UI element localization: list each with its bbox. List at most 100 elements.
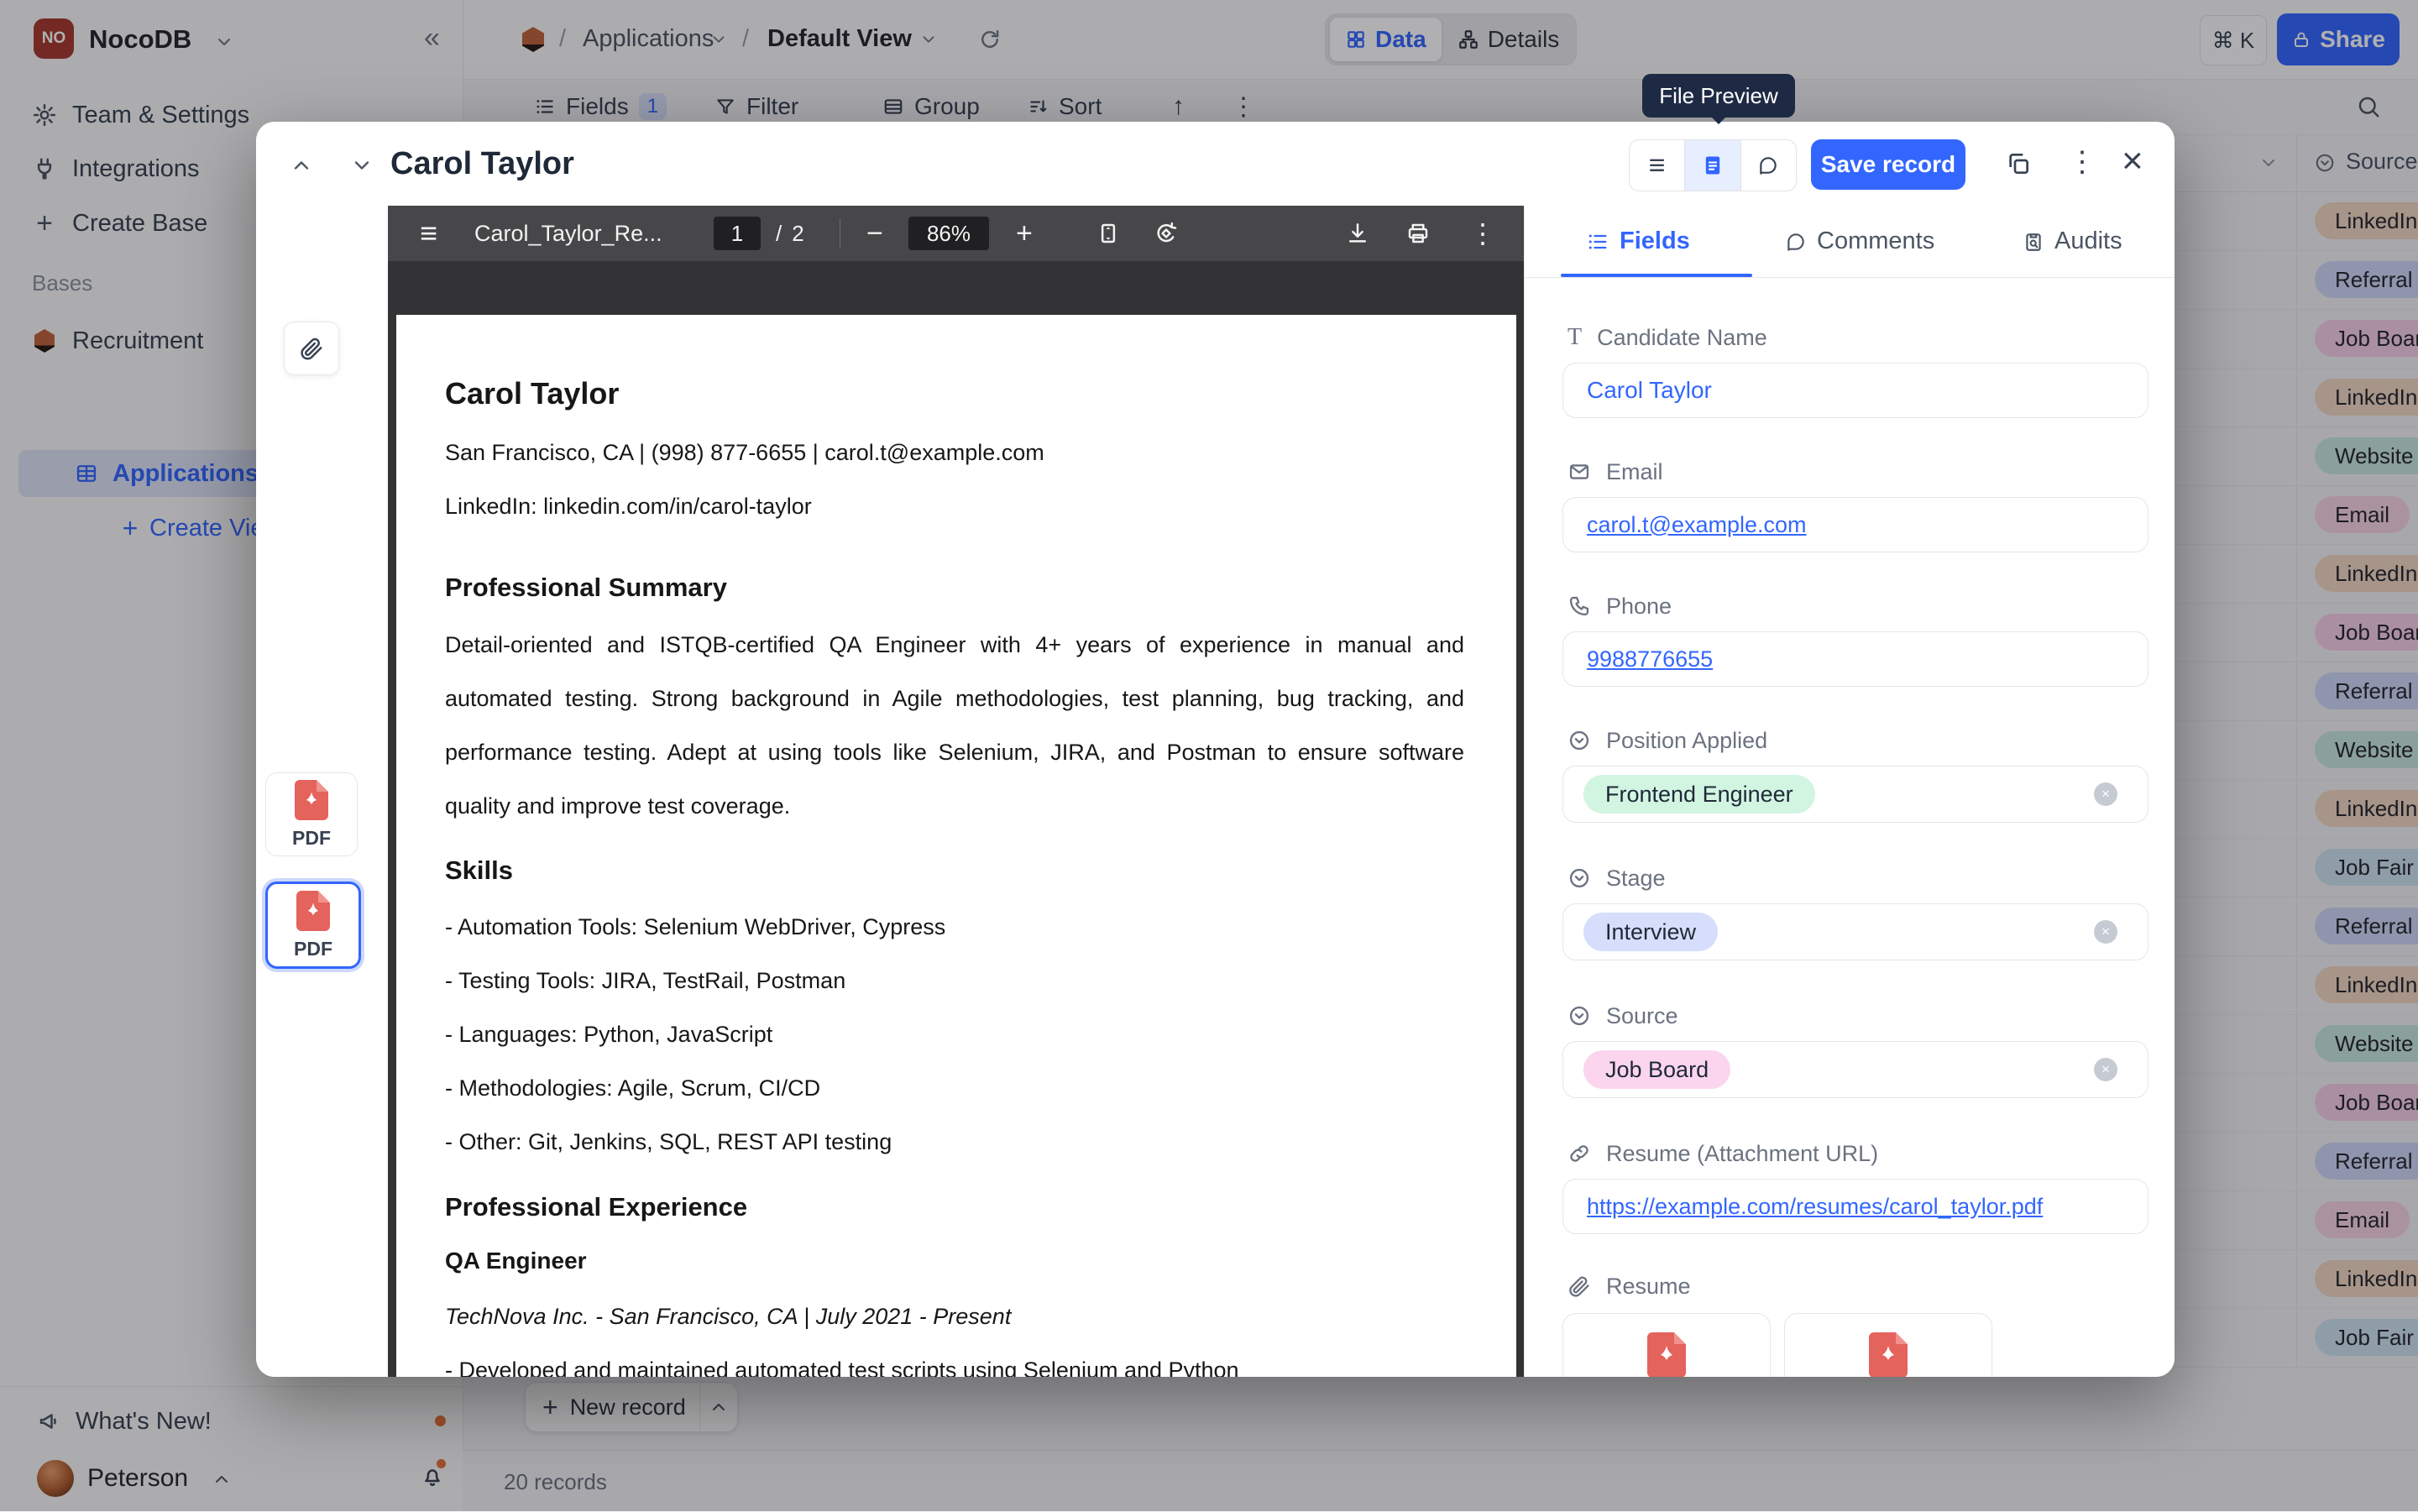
position-applied-pill[interactable]: Frontend Engineer bbox=[1583, 775, 1815, 814]
clear-option-icon[interactable]: × bbox=[2094, 782, 2117, 806]
stage-pill[interactable]: Interview bbox=[1583, 913, 1718, 951]
clipboard-search-icon bbox=[2023, 231, 2044, 253]
clear-option-icon[interactable]: × bbox=[2094, 1058, 2117, 1081]
comment-bubble-icon bbox=[1785, 231, 1807, 253]
attachment-thumb-1[interactable]: PDF bbox=[265, 772, 358, 856]
paperclip-icon bbox=[299, 336, 324, 361]
clear-option-icon[interactable]: × bbox=[2094, 920, 2117, 944]
record-comments-button[interactable] bbox=[1741, 140, 1796, 191]
record-menu-dots-icon[interactable]: ⋮ bbox=[2068, 145, 2096, 179]
field-input-phone[interactable]: 9988776655 bbox=[1562, 631, 2148, 687]
field-label-phone: Phone bbox=[1568, 591, 1672, 621]
field-input-stage[interactable]: Interview × bbox=[1562, 903, 2148, 960]
doc-linkedin: LinkedIn: linkedin.com/in/carol-taylor bbox=[445, 479, 1464, 533]
close-icon[interactable]: × bbox=[2122, 140, 2143, 182]
pdf-file-icon bbox=[296, 891, 330, 931]
link-icon bbox=[1568, 1142, 1591, 1165]
record-fields-panel: Fields Comments Audits T Candidate Name … bbox=[1524, 206, 2175, 1377]
resume-url-link[interactable]: https://example.com/resumes/carol_taylor… bbox=[1563, 1194, 2043, 1220]
field-label-stage: Stage bbox=[1568, 863, 1666, 893]
source-pill[interactable]: Job Board bbox=[1583, 1050, 1730, 1089]
phone-icon bbox=[1568, 594, 1591, 618]
doc-skill-line: - Automation Tools: Selenium WebDriver, … bbox=[445, 900, 1464, 954]
doc-skill-line: - Methodologies: Agile, Scrum, CI/CD bbox=[445, 1061, 1464, 1115]
doc-skills-list: - Automation Tools: Selenium WebDriver, … bbox=[445, 900, 1464, 1169]
file-doc-icon bbox=[1701, 154, 1725, 177]
tab-comments[interactable]: Comments bbox=[1785, 206, 1934, 277]
pdf-page: Carol Taylor San Francisco, CA | (998) 8… bbox=[396, 315, 1516, 1377]
field-input-candidate-name[interactable]: Carol Taylor bbox=[1562, 363, 2148, 418]
zoom-in-button[interactable]: + bbox=[1016, 206, 1033, 261]
doc-experience-heading: Professional Experience bbox=[445, 1190, 1464, 1224]
field-label-email: Email bbox=[1568, 457, 1663, 487]
record-fields-view-button[interactable]: ≡ bbox=[1630, 140, 1684, 191]
save-record-button[interactable]: Save record bbox=[1811, 139, 1965, 190]
paperclip-icon bbox=[1568, 1274, 1591, 1298]
comment-bubble-icon bbox=[1757, 154, 1779, 176]
page-count: /2 bbox=[776, 206, 804, 261]
pdf-file-icon bbox=[295, 780, 328, 820]
select-field-icon bbox=[1568, 1004, 1591, 1028]
resume-attachment-1[interactable] bbox=[1562, 1313, 1771, 1377]
field-label-candidate-name: T Candidate Name bbox=[1568, 322, 1767, 353]
active-tab-underline bbox=[1561, 274, 1752, 277]
pdf-file-icon bbox=[1869, 1332, 1908, 1377]
file-preview-button[interactable] bbox=[1684, 140, 1740, 191]
hamburger-icon: ≡ bbox=[420, 216, 437, 251]
next-record-button[interactable] bbox=[350, 154, 374, 177]
field-label-source: Source bbox=[1568, 1001, 1678, 1031]
select-field-icon bbox=[1568, 729, 1591, 752]
field-input-resume-url[interactable]: https://example.com/resumes/carol_taylor… bbox=[1562, 1179, 2148, 1234]
hamburger-icon: ≡ bbox=[1649, 149, 1666, 182]
doc-contact: San Francisco, CA | (998) 877-6655 | car… bbox=[445, 426, 1464, 479]
field-label-position-applied: Position Applied bbox=[1568, 725, 1767, 756]
download-icon[interactable] bbox=[1345, 221, 1370, 246]
file-preview-tooltip: File Preview bbox=[1642, 74, 1795, 118]
pdf-toolbar: ≡ Carol_Taylor_Re... 1 /2 − 86% + ⋮ bbox=[388, 206, 1524, 261]
tab-fields[interactable]: Fields bbox=[1586, 206, 1690, 277]
attachment-field-button[interactable] bbox=[284, 322, 339, 375]
field-input-source[interactable]: Job Board × bbox=[1562, 1041, 2148, 1098]
doc-job-title: QA Engineer bbox=[445, 1244, 1464, 1278]
field-input-position-applied[interactable]: Frontend Engineer × bbox=[1562, 766, 2148, 823]
panel-tabs: Fields Comments Audits bbox=[1525, 206, 2175, 278]
text-field-icon: T bbox=[1568, 324, 1582, 351]
fields-list-icon bbox=[1586, 230, 1609, 254]
pdf-more-dots-icon[interactable]: ⋮ bbox=[1469, 206, 1496, 261]
pdf-viewer: ≡ Carol_Taylor_Re... 1 /2 − 86% + ⋮ C bbox=[388, 206, 1524, 1377]
tab-audits[interactable]: Audits bbox=[2023, 206, 2122, 277]
pdf-sidebar-toggle[interactable]: ≡ bbox=[420, 206, 437, 261]
attachment-thumb-2-selected[interactable]: PDF bbox=[265, 882, 361, 969]
zoom-level[interactable]: 86% bbox=[908, 217, 989, 250]
doc-summary-text: Detail-oriented and ISTQB-certified QA E… bbox=[445, 618, 1464, 833]
doc-skill-line: - Other: Git, Jenkins, SQL, REST API tes… bbox=[445, 1115, 1464, 1169]
zoom-out-button[interactable]: − bbox=[866, 206, 883, 261]
field-input-email[interactable]: carol.t@example.com bbox=[1562, 497, 2148, 552]
fit-page-icon[interactable] bbox=[1096, 221, 1121, 246]
print-icon[interactable] bbox=[1405, 221, 1431, 246]
doc-skill-line: - Languages: Python, JavaScript bbox=[445, 1007, 1464, 1061]
doc-job-meta: TechNova Inc. - San Francisco, CA | July… bbox=[445, 1290, 1464, 1343]
page-number-input[interactable]: 1 bbox=[714, 217, 761, 250]
attachment-strip: PDF PDF Add file(s) bbox=[256, 206, 388, 1377]
doc-skills-heading: Skills bbox=[445, 854, 1464, 887]
doc-summary-heading: Professional Summary bbox=[445, 571, 1464, 604]
resume-attachment-2[interactable] bbox=[1784, 1313, 1992, 1377]
email-link[interactable]: carol.t@example.com bbox=[1563, 512, 1807, 538]
doc-job-bullet: - Developed and maintained automated tes… bbox=[445, 1343, 1464, 1377]
envelope-icon bbox=[1568, 460, 1591, 484]
record-view-switch: ≡ bbox=[1629, 139, 1797, 191]
previous-record-button[interactable] bbox=[290, 154, 313, 177]
rotate-icon[interactable] bbox=[1154, 221, 1179, 246]
doc-skill-line: - Testing Tools: JIRA, TestRail, Postman bbox=[445, 954, 1464, 1007]
field-label-resume-url: Resume (Attachment URL) bbox=[1568, 1138, 1878, 1169]
record-expand-modal: Carol Taylor ≡ Save record ⋮ × PDF P bbox=[256, 122, 2175, 1377]
copy-record-icon[interactable] bbox=[2005, 150, 2032, 177]
select-field-icon bbox=[1568, 866, 1591, 890]
phone-link[interactable]: 9988776655 bbox=[1563, 646, 1713, 672]
field-label-resume: Resume bbox=[1568, 1271, 1691, 1301]
resume-document: Carol Taylor San Francisco, CA | (998) 8… bbox=[396, 315, 1516, 1377]
pdf-file-icon bbox=[1647, 1332, 1686, 1377]
modal-header: Carol Taylor ≡ Save record ⋮ × bbox=[256, 122, 2175, 207]
doc-name: Carol Taylor bbox=[445, 375, 1464, 412]
